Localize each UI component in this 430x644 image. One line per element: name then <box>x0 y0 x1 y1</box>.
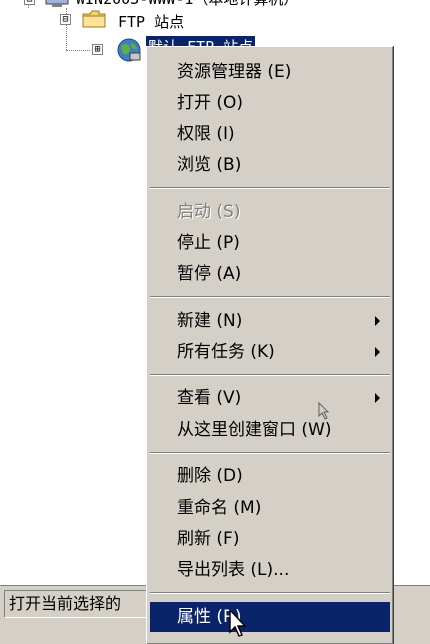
menu-item-label: 从这里创建窗口 (W) <box>177 420 332 440</box>
menu-separator <box>150 592 390 594</box>
menu-item-label: 浏览 (B) <box>177 155 242 175</box>
menu-item-stop[interactable]: 停止 (P) <box>150 228 390 258</box>
tree-expander-computer[interactable]: ⊟ <box>24 0 35 5</box>
mouse-cursor-ghost-icon <box>318 402 330 420</box>
tree-expander-ftp-sites[interactable]: ⊟ <box>60 14 71 25</box>
menu-item-all-tasks[interactable]: 所有任务 (K) <box>150 337 390 367</box>
menu-item-permissions[interactable]: 权限 (I) <box>150 119 390 149</box>
submenu-arrow-icon <box>375 347 380 357</box>
menu-item-label: 所有任务 (K) <box>177 342 275 362</box>
menu-item-label: 查看 (V) <box>177 388 242 408</box>
menu-item-new[interactable]: 新建 (N) <box>150 306 390 336</box>
menu-item-rename[interactable]: 重命名 (M) <box>150 493 390 523</box>
menu-item-label: 新建 (N) <box>177 311 243 331</box>
menu-separator <box>150 187 390 189</box>
menu-separator <box>150 452 390 454</box>
tree-expander-default-site[interactable]: ⊞ <box>92 44 103 55</box>
menu-item-new-window-from-here[interactable]: 从这里创建窗口 (W) <box>150 415 390 445</box>
menu-item-label: 导出列表 (L)... <box>177 560 290 580</box>
menu-item-label: 暂停 (A) <box>177 264 242 284</box>
menu-item-explorer[interactable]: 资源管理器 (E) <box>150 57 390 87</box>
tree-connector <box>66 50 90 51</box>
tree-node-ftp-sites[interactable]: FTP 站点 <box>118 11 184 32</box>
menu-item-label: 重命名 (M) <box>177 498 262 518</box>
menu-item-delete[interactable]: 删除 (D) <box>150 461 390 491</box>
menu-item-open[interactable]: 打开 (O) <box>150 88 390 118</box>
menu-item-label: 删除 (D) <box>177 466 243 486</box>
submenu-arrow-icon <box>375 393 380 403</box>
folder-icon <box>82 10 106 28</box>
menu-item-label: 资源管理器 (E) <box>177 62 292 82</box>
mouse-cursor-icon <box>229 608 247 637</box>
menu-item-label: 刷新 (F) <box>177 529 240 549</box>
menu-item-export-list[interactable]: 导出列表 (L)... <box>150 555 390 585</box>
menu-item-start: 启动 (S) <box>150 197 390 227</box>
menu-item-label: 停止 (P) <box>177 233 240 253</box>
context-menu: 资源管理器 (E) 打开 (O) 权限 (I) 浏览 (B) 启动 (S) 停止… <box>146 46 393 644</box>
menu-item-refresh[interactable]: 刷新 (F) <box>150 524 390 554</box>
computer-icon <box>45 0 69 7</box>
menu-separator <box>150 296 390 298</box>
tree-node-computer[interactable]: WIN2003-WWW-1（本地计算机） <box>76 0 298 9</box>
menu-item-properties[interactable]: 属性 (R) <box>150 602 390 632</box>
menu-item-label: 启动 (S) <box>177 202 241 222</box>
menu-separator <box>150 374 390 376</box>
submenu-arrow-icon <box>375 316 380 326</box>
menu-item-view[interactable]: 查看 (V) <box>150 383 390 413</box>
menu-item-pause[interactable]: 暂停 (A) <box>150 259 390 289</box>
globe-icon <box>117 38 141 62</box>
menu-item-label: 打开 (O) <box>177 93 244 113</box>
menu-item-label: 权限 (I) <box>177 124 235 144</box>
menu-item-browse[interactable]: 浏览 (B) <box>150 150 390 180</box>
